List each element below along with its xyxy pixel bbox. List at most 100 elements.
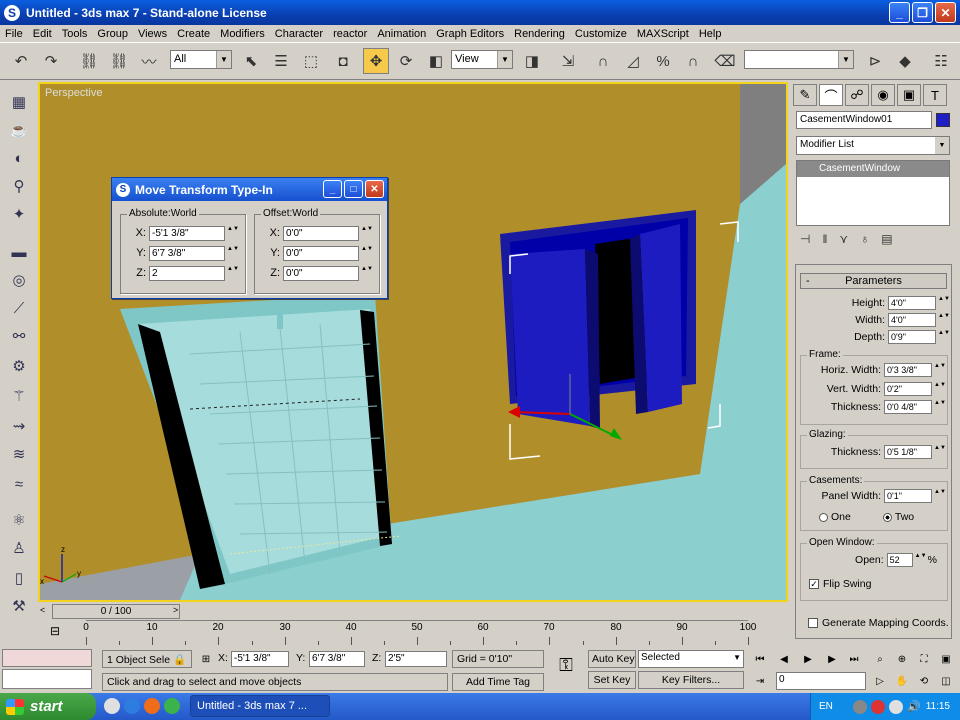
depth-input[interactable]: 0'9" <box>888 330 936 344</box>
compound-icon[interactable]: ◎ <box>7 268 31 292</box>
zoom-icon[interactable]: ⌕ <box>872 651 888 667</box>
offset-y-input[interactable]: 0'0" <box>283 245 359 261</box>
snap-toggle-icon[interactable]: ∩ <box>590 48 616 74</box>
window-crossing-icon[interactable]: ◘ <box>330 48 356 74</box>
minimize-button[interactable]: _ <box>889 2 910 23</box>
menu-reactor[interactable]: reactor <box>328 28 372 40</box>
key-mode-dropdown[interactable]: Selected ▼ <box>638 650 744 668</box>
unlink-icon[interactable]: ⛓ <box>106 48 132 74</box>
status-z-field[interactable]: 2'5" <box>385 651 447 667</box>
remove-modifier-icon[interactable]: ♁ <box>860 232 869 246</box>
modifier-list-dropdown[interactable]: Modifier List ▼ <box>796 136 950 155</box>
volume-icon[interactable]: 🔊 <box>907 700 921 713</box>
object-color-swatch[interactable] <box>936 113 950 127</box>
absolute-mode-icon[interactable]: ⊞ <box>198 651 214 667</box>
panel-width-input[interactable]: 0'1" <box>884 489 932 503</box>
add-time-tag-button[interactable]: Add Time Tag <box>452 673 544 691</box>
teapot-icon[interactable]: ☕ <box>7 118 31 142</box>
menu-edit[interactable]: Edit <box>28 28 57 40</box>
height-spinner[interactable]: ▲▼ <box>938 296 950 310</box>
configure-sets-icon[interactable]: ▤ <box>881 232 892 246</box>
perspective-viewport[interactable]: z y x Perspective <box>38 82 788 602</box>
display-tab-icon[interactable]: ▣ <box>897 84 921 106</box>
current-frame-field[interactable]: 0 <box>776 672 866 690</box>
play-icon[interactable]: ▶ <box>800 651 816 667</box>
edit-named-selection-icon[interactable]: ⌫ <box>712 48 738 74</box>
rectangular-selection-icon[interactable]: ⬚ <box>298 48 324 74</box>
utilities-tab-icon[interactable]: T <box>923 84 947 106</box>
dummy-icon[interactable]: ⚲ <box>7 174 31 198</box>
firefox-icon[interactable] <box>144 698 160 714</box>
dialog-title-bar[interactable]: S Move Transform Type-In _ □ ✕ <box>112 178 387 201</box>
zoom-all-icon[interactable]: ⊕ <box>894 651 910 667</box>
open-percent-input[interactable]: 52 <box>886 553 913 567</box>
make-unique-icon[interactable]: ⋎ <box>839 232 848 246</box>
offset-y-spinner[interactable]: ▲▼ <box>361 246 373 261</box>
status-x-field[interactable]: -5'1 3/8" <box>231 651 289 667</box>
select-and-link-icon[interactable]: ⛓ <box>76 48 102 74</box>
particles-icon[interactable]: ⟋ <box>7 296 31 320</box>
zoom-extents-all-icon[interactable]: ▣ <box>938 651 954 667</box>
align-icon[interactable]: ◆ <box>892 48 918 74</box>
field-of-view-icon[interactable]: ▷ <box>872 673 888 689</box>
close-button[interactable]: ✕ <box>935 2 956 23</box>
object-name-field[interactable]: CasementWindow01 <box>796 111 932 129</box>
show-end-result-icon[interactable]: ‖ <box>822 232 827 246</box>
horiz-width-input[interactable]: 0'3 3/8" <box>884 363 932 377</box>
menu-animation[interactable]: Animation <box>372 28 431 40</box>
create-tab-icon[interactable]: ✎ <box>793 84 817 106</box>
menu-character[interactable]: Character <box>270 28 328 40</box>
spinner-snap-icon[interactable]: ∩ <box>680 48 706 74</box>
offset-z-input[interactable]: 0'0" <box>283 265 359 281</box>
objects-icon[interactable]: ▦ <box>7 90 31 114</box>
mirror-icon[interactable]: ⊳ <box>862 48 888 74</box>
casements-two-radio[interactable]: Two <box>882 511 914 523</box>
patch-icon[interactable]: ⚯ <box>7 324 31 348</box>
goto-start-icon[interactable]: ⏮ <box>752 651 768 667</box>
menu-maxscript[interactable]: MAXScript <box>632 28 694 40</box>
menu-create[interactable]: Create <box>172 28 215 40</box>
maximize-viewport-icon[interactable]: ◫ <box>938 673 954 689</box>
menu-group[interactable]: Group <box>92 28 133 40</box>
menu-views[interactable]: Views <box>133 28 172 40</box>
hierarchy-tab-icon[interactable]: ☍ <box>845 84 869 106</box>
glazing-thickness-input[interactable]: 0'5 1/8" <box>884 445 932 459</box>
pin-stack-icon[interactable]: ⊣ <box>800 232 810 246</box>
percent-snap-icon[interactable]: % <box>650 48 676 74</box>
angle-snap-icon[interactable]: ◿ <box>620 48 646 74</box>
language-indicator[interactable]: EN <box>819 701 833 712</box>
modifiers-icon[interactable]: ⇝ <box>7 414 31 438</box>
manipulate-icon[interactable]: ⇲ <box>555 48 581 74</box>
biped-icon[interactable]: ♙ <box>7 536 31 560</box>
select-and-rotate-icon[interactable]: ⟳ <box>393 48 419 74</box>
absolute-y-spinner[interactable]: ▲▼ <box>227 246 239 261</box>
menu-modifiers[interactable]: Modifiers <box>215 28 270 40</box>
width-spinner[interactable]: ▲▼ <box>938 313 950 327</box>
status-y-field[interactable]: 6'7 3/8" <box>309 651 365 667</box>
select-and-move-icon[interactable]: ✥ <box>363 48 389 74</box>
goto-end-icon[interactable]: ⏭ <box>846 651 862 667</box>
cylinder-icon[interactable]: ▯ <box>7 566 31 590</box>
restore-button[interactable]: ❐ <box>912 2 933 23</box>
cloth-icon[interactable]: ≈ <box>7 472 31 496</box>
chrome-icon[interactable] <box>164 698 180 714</box>
tray-icon-2[interactable] <box>871 699 885 714</box>
menu-help[interactable]: Help <box>694 28 727 40</box>
next-frame-icon[interactable]: ▶ <box>824 651 840 667</box>
menu-rendering[interactable]: Rendering <box>509 28 570 40</box>
internet-explorer-icon[interactable] <box>124 698 140 714</box>
auto-key-button[interactable]: Auto Key <box>588 650 636 668</box>
set-key-button[interactable]: Set Key <box>588 671 636 689</box>
menu-customize[interactable]: Customize <box>570 28 632 40</box>
width-input[interactable]: 4'0" <box>888 313 936 327</box>
vert-width-input[interactable]: 0'2" <box>884 382 932 396</box>
undo-icon[interactable]: ↶ <box>8 48 34 74</box>
helpers-icon[interactable]: ⚙ <box>7 354 31 378</box>
zoom-extents-icon[interactable]: ⛶ <box>916 651 932 667</box>
sphere-icon[interactable]: ◐ <box>7 146 31 170</box>
dialog-maximize-button[interactable]: □ <box>344 180 363 198</box>
pan-icon[interactable]: ✋ <box>894 673 910 689</box>
menu-tools[interactable]: Tools <box>57 28 93 40</box>
panel-width-spinner[interactable]: ▲▼ <box>934 489 946 503</box>
modify-tab-icon[interactable]: ⌒ <box>819 84 843 106</box>
